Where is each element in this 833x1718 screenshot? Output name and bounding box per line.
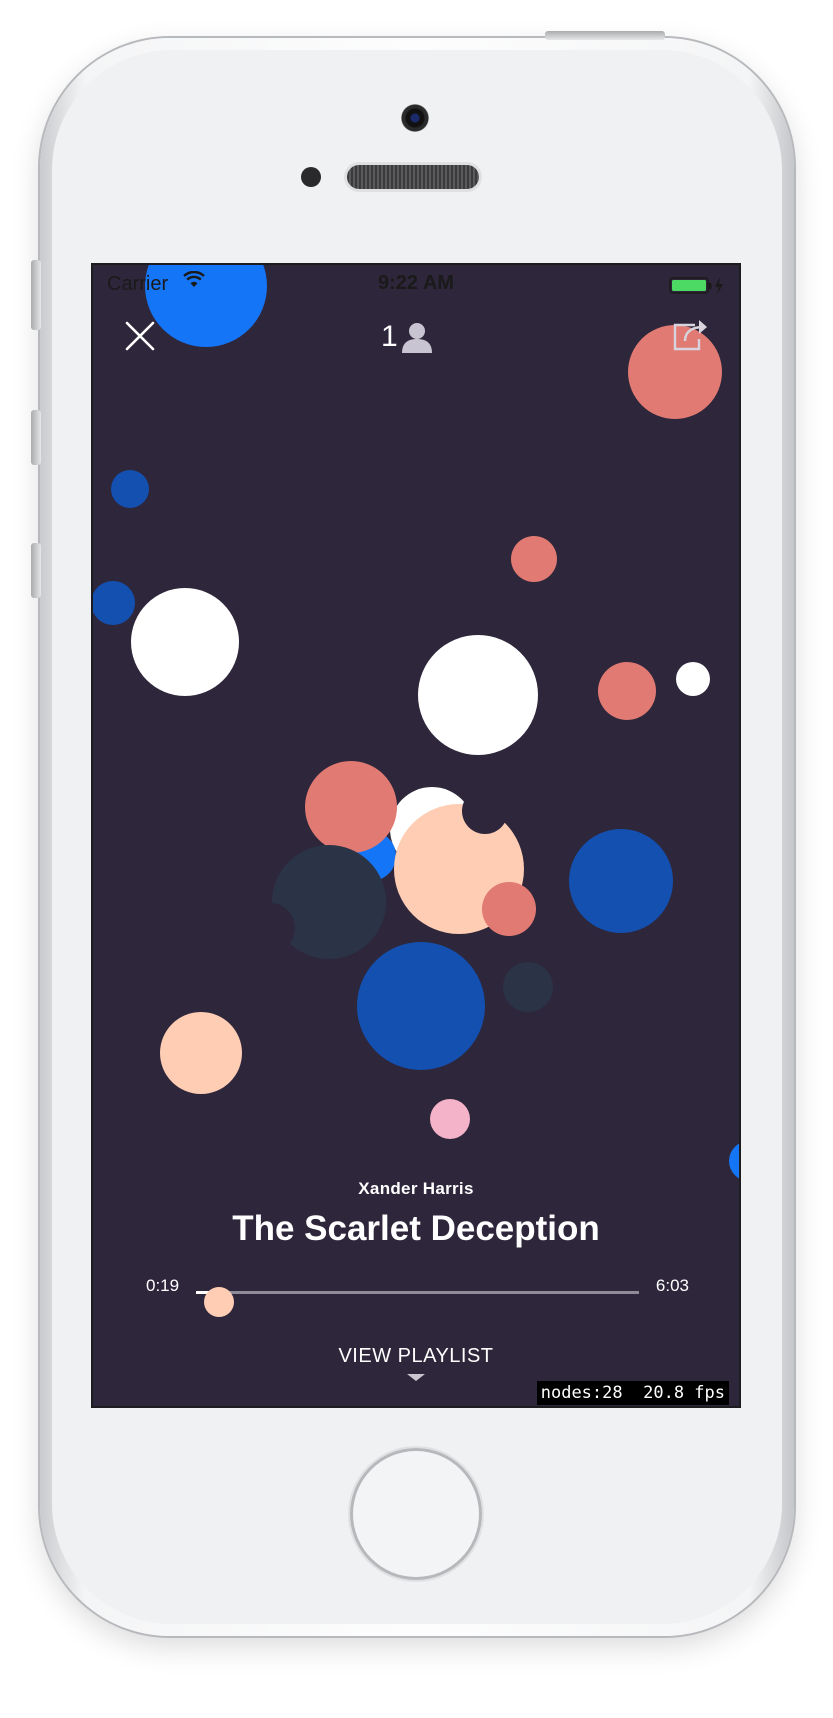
proximity-sensor [301, 167, 321, 187]
close-button[interactable] [121, 317, 159, 355]
bubble [729, 1141, 739, 1181]
front-camera [401, 104, 429, 132]
bubble [93, 581, 135, 625]
fps-readout: 20.8 fps [643, 1383, 725, 1403]
bubble [511, 536, 557, 582]
bubble [111, 470, 149, 508]
volume-up-button [31, 410, 41, 465]
mute-switch [31, 260, 41, 330]
view-playlist-label: VIEW PLAYLIST [338, 1345, 494, 1367]
person-icon [401, 323, 432, 353]
track-info: Xander Harris The Scarlet Deception [93, 1179, 739, 1249]
bubble [569, 829, 673, 933]
elapsed-time: 0:19 [146, 1276, 180, 1295]
bubble [418, 635, 538, 755]
total-duration: 6:03 [655, 1276, 689, 1295]
artist-name: Xander Harris [358, 1179, 474, 1198]
share-button[interactable] [671, 317, 711, 353]
progress-knob[interactable] [204, 1287, 235, 1317]
power-button [545, 31, 665, 40]
player-screen: Carrier 9:22 AM 1 Xander Harris The Scar… [91, 263, 741, 1408]
track-title: The Scarlet Deception [232, 1209, 600, 1248]
volume-down-button [31, 543, 41, 598]
status-bar: Carrier 9:22 AM [93, 265, 739, 305]
close-icon [125, 321, 155, 351]
battery-level [672, 280, 706, 291]
share-icon [673, 320, 707, 351]
listener-count[interactable]: 1 [381, 317, 434, 357]
bubble [503, 962, 553, 1012]
perf-overlay: nodes:28 20.8 fps [536, 1381, 729, 1405]
node-count: nodes:28 [540, 1383, 623, 1403]
battery-icon [669, 277, 723, 295]
bubble [245, 903, 295, 953]
earpiece-speaker [347, 165, 479, 189]
status-time: 9:22 AM [378, 272, 454, 294]
bubble [305, 761, 397, 853]
listener-count-number: 1 [381, 320, 398, 353]
progress-bar[interactable] [196, 1291, 639, 1294]
bubble [131, 588, 239, 696]
home-button[interactable] [350, 1448, 482, 1580]
bubble [357, 942, 485, 1070]
bubble [598, 662, 656, 720]
bubble [430, 1099, 470, 1139]
bolt-icon [715, 277, 723, 295]
bubble [160, 1012, 242, 1094]
bubble [676, 662, 710, 696]
bubble [462, 788, 508, 834]
bubble [482, 882, 536, 936]
view-playlist-button[interactable]: VIEW PLAYLIST [93, 1345, 739, 1381]
chevron-down-icon [407, 1374, 425, 1381]
